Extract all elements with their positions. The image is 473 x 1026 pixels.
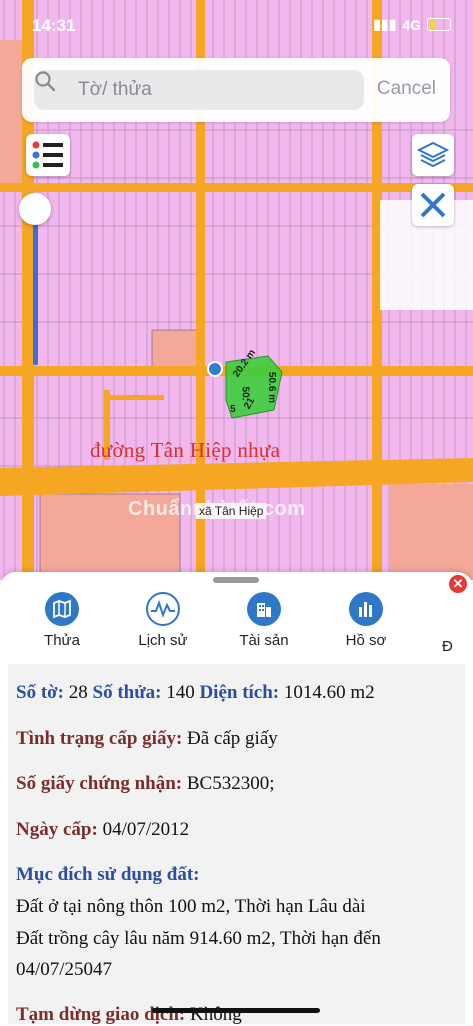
search-field[interactable]	[34, 70, 364, 110]
land-use-line: Đất ở tại nông thôn 100 m2, Thời hạn Lâu…	[16, 896, 366, 917]
tab-more[interactable]: Đ	[420, 592, 473, 655]
status-bar: 14:31 ▮▮▮ 4G	[0, 0, 473, 48]
dien-tich-label: Diện tích:	[199, 682, 280, 703]
status-indicators: ▮▮▮ 4G	[373, 16, 451, 33]
current-location-marker[interactable]	[207, 361, 223, 377]
ngay-cap-label: Ngày cấp:	[16, 819, 98, 840]
parcel-block	[390, 484, 473, 580]
ngay-cap-value: 04/07/2012	[102, 819, 190, 840]
admin-area-label: xã Tân Hiệp	[196, 503, 267, 519]
so-thua-label: Số thửa:	[92, 682, 162, 703]
search-icon	[35, 71, 56, 92]
history-chart-icon	[146, 592, 180, 626]
search-input[interactable]	[78, 76, 358, 104]
issue-date-row: Ngày cấp: 04/07/2012	[16, 819, 189, 841]
dimension-label: 50.6 m	[266, 371, 278, 404]
tab-label: Thửa	[44, 632, 80, 649]
drag-handle[interactable]	[213, 577, 259, 583]
tab-thua[interactable]: Thửa	[17, 592, 107, 649]
battery-icon	[427, 18, 451, 31]
land-use-line: 04/07/25047	[16, 959, 113, 980]
tab-label: Lịch sử	[138, 632, 188, 649]
signal-icon: ▮▮▮	[373, 16, 397, 32]
land-use-line: Đất trồng cây lâu năm 914.60 m2, Thời hạ…	[16, 928, 381, 949]
road-label: đường Tân Hiệp nhựa	[90, 438, 281, 462]
dien-tich-value: 1014.60 m2	[283, 682, 375, 703]
tab-ho-so[interactable]: Hồ sơ	[321, 592, 411, 649]
opacity-slider-knob[interactable]	[19, 193, 51, 225]
layers-button[interactable]	[412, 134, 454, 176]
measure-tools-icon	[420, 192, 446, 218]
dimension-label: 5	[230, 404, 236, 415]
parcel-summary-row: Số tờ: 28 Số thửa: 140 Diện tích: 1014.6…	[16, 682, 375, 704]
status-time: 14:31	[32, 16, 76, 35]
measure-button[interactable]	[412, 184, 454, 226]
so-giay-label: Số giấy chứng nhận:	[16, 773, 183, 794]
building-icon	[247, 592, 281, 626]
so-to-value: 28	[68, 682, 88, 703]
so-giay-value: BC532300;	[186, 773, 275, 794]
cancel-button[interactable]: Cancel	[377, 78, 436, 100]
network-label: 4G	[402, 16, 421, 33]
tab-label: Đ	[442, 638, 453, 655]
parcel-info-sheet: ✕ Thửa Lịch sử Tài sản Hồ sơ Đ Số tờ: 28…	[0, 572, 473, 1025]
so-thua-value: 140	[166, 682, 195, 703]
parcel-block	[151, 329, 203, 369]
document-icon	[349, 592, 383, 626]
road	[0, 183, 473, 192]
land-use-purpose-label: Mục đích sử dụng đất:	[16, 864, 200, 886]
tab-lich-su[interactable]: Lịch sử	[118, 592, 208, 649]
info-tabs: Thửa Lịch sử Tài sản Hồ sơ Đ	[0, 592, 473, 656]
legend-list-icon	[32, 141, 63, 169]
parcel-block	[0, 40, 22, 190]
opacity-slider-track[interactable]	[33, 210, 38, 365]
search-bar: Cancel	[22, 58, 450, 122]
certificate-status-row: Tình trạng cấp giấy: Đã cấp giấy	[16, 728, 278, 750]
map-view[interactable]: đường Tân Hiệp nhựa Chuẩnnhàtốt.com xã T…	[0, 0, 473, 580]
legend-button[interactable]	[26, 134, 70, 176]
so-to-label: Số tờ:	[16, 682, 64, 703]
certificate-number-row: Số giấy chứng nhận: BC532300;	[16, 773, 274, 795]
tab-label: Tài sản	[239, 632, 289, 649]
layers-icon	[416, 141, 450, 168]
tab-label: Hồ sơ	[345, 632, 387, 649]
tinh-trang-label: Tình trạng cấp giấy:	[16, 728, 183, 749]
muc-dich-label: Mục đích sử dụng đất:	[16, 864, 200, 885]
close-icon[interactable]: ✕	[449, 575, 467, 593]
parcel-details: Số tờ: 28 Số thửa: 140 Diện tích: 1014.6…	[8, 664, 465, 1025]
road	[104, 395, 164, 400]
tinh-trang-value: Đã cấp giấy	[187, 728, 278, 749]
tab-tai-san[interactable]: Tài sản	[219, 592, 309, 649]
home-indicator	[152, 1008, 320, 1013]
map-icon	[45, 592, 79, 626]
